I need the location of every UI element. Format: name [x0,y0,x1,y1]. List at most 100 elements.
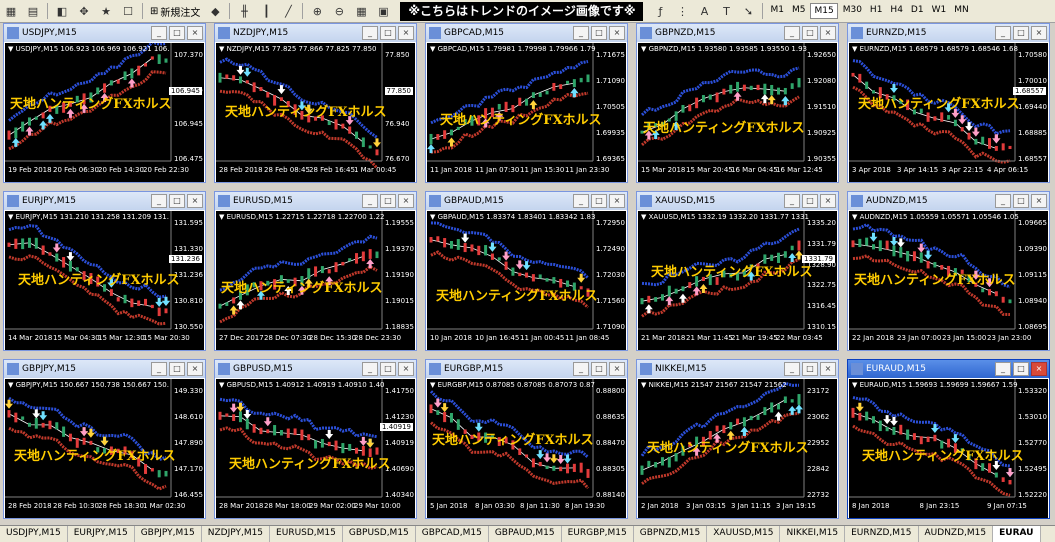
bar-chart-icon[interactable]: ╫ [235,2,253,20]
maximize-icon[interactable]: □ [380,362,396,376]
chart-tab[interactable]: NIKKEI,M15 [780,526,846,542]
price-chart[interactable]: 1.72950 1.72490 1.72030 1.71560 1.71090 10 Ja… [427,211,626,350]
market-watch-icon[interactable]: ◧ [53,2,71,20]
timeframe-mn[interactable]: MN [951,3,972,19]
chart-window[interactable]: GBPCAD,M15 _ □ × 1.71675 1.71090 1.70505 1.6993… [425,23,628,183]
chart-window[interactable]: EURUSD,M15 _ □ × 1.19555 1.19370 1.19190 1.1901… [214,191,417,351]
chart-titlebar[interactable]: NZDJPY,M15 _ □ × [215,24,416,42]
price-chart[interactable]: 1.92650 1.92080 1.91510 1.90925 1.90355 15 Ma… [638,43,837,182]
minimize-icon[interactable]: _ [995,362,1011,376]
maximize-icon[interactable]: □ [591,26,607,40]
chart-titlebar[interactable]: USDJPY,M15 _ □ × [4,24,205,42]
chart-tab[interactable]: GBPNZD,M15 [634,526,708,542]
close-icon[interactable]: × [609,26,625,40]
chart-tab[interactable]: EURGBP,M15 [562,526,634,542]
maximize-icon[interactable]: □ [591,362,607,376]
chart-tab[interactable]: AUDNZD,M15 [919,526,994,542]
close-icon[interactable]: × [820,362,836,376]
price-chart[interactable]: 23172 23062 22952 22842 22732 2 Jan 2018 3 Jan… [638,379,837,518]
chart-tab[interactable]: EURAU [993,526,1041,542]
expert-advisor-icon[interactable]: ◆ [206,2,224,20]
price-chart[interactable]: 77.85077.21076.94076.67077.85028 Feb 201… [216,43,415,182]
maximize-icon[interactable]: □ [380,26,396,40]
new-chart-icon[interactable]: ▦ [2,2,20,20]
price-chart[interactable]: 1.70580 1.70010 1.69440 1.68885 1.68557 1.685… [849,43,1048,182]
chart-window[interactable]: GBPUSD,M15 _ □ × 1.41750 1.41230 1.40919 1.4069… [214,359,417,519]
arrows-tool-icon[interactable]: ➘ [739,2,757,20]
price-chart[interactable]: 1335.20 1331.79 1328.90 1322.75 1316.45 1310.… [638,211,837,350]
maximize-icon[interactable]: □ [169,362,185,376]
chart-titlebar[interactable]: EURAUD,M15 _ □ × [848,360,1049,378]
timeframe-h4[interactable]: H4 [887,3,906,19]
close-icon[interactable]: × [820,26,836,40]
close-icon[interactable]: × [609,362,625,376]
minimize-icon[interactable]: _ [995,26,1011,40]
maximize-icon[interactable]: □ [1013,362,1029,376]
minimize-icon[interactable]: _ [151,194,167,208]
price-chart[interactable]: 0.88800 0.88635 0.88470 0.88305 0.88140 5 Jan… [427,379,626,518]
timeframe-m5[interactable]: M5 [789,3,809,19]
minimize-icon[interactable]: _ [995,194,1011,208]
close-icon[interactable]: × [1031,362,1047,376]
chart-titlebar[interactable]: AUDNZD,M15 _ □ × [848,192,1049,210]
timeframe-m1[interactable]: M1 [767,3,787,19]
minimize-icon[interactable]: _ [573,362,589,376]
chart-titlebar[interactable]: GBPAUD,M15 _ □ × [426,192,627,210]
price-chart[interactable]: 1.19555 1.19370 1.19190 1.19015 1.18835 27 De… [216,211,415,350]
chart-tab[interactable]: GBPCAD,M15 [416,526,489,542]
chart-window[interactable]: GBPJPY,M15 _ □ × 149.330 148.610 147.890 147.17… [3,359,206,519]
favorites-icon[interactable]: ★ [97,2,115,20]
text-tool-icon[interactable]: A [695,2,713,20]
chart-titlebar[interactable]: EURJPY,M15 _ □ × [4,192,205,210]
chart-tab[interactable]: NZDJPY,M15 [202,526,271,542]
chart-tab[interactable]: XAUUSD,M15 [707,526,781,542]
price-chart[interactable]: 1.53320 1.53010 1.52770 1.52495 1.52220 8 Jan… [849,379,1048,518]
chart-window[interactable]: GBPAUD,M15 _ □ × 1.72950 1.72490 1.72030 1.7156… [425,191,628,351]
price-chart[interactable]: 131.595 131.330 131.236 130.810 130.550 131.2… [5,211,204,350]
chart-titlebar[interactable]: GBPNZD,M15 _ □ × [637,24,838,42]
close-icon[interactable]: × [398,26,414,40]
crosshair-icon[interactable]: ✥ [75,2,93,20]
chart-tab[interactable]: GBPUSD,M15 [343,526,416,542]
close-icon[interactable]: × [1031,26,1047,40]
chart-tab[interactable]: EURJPY,M15 [68,526,135,542]
chart-tab[interactable]: GBPAUD,M15 [489,526,562,542]
chart-window[interactable]: EURAUD,M15 _ □ × 1.53320 1.53010 1.52770 1.5249… [847,359,1050,519]
minimize-icon[interactable]: _ [362,26,378,40]
timeframe-m30[interactable]: M30 [840,3,865,19]
maximize-icon[interactable]: □ [802,194,818,208]
chart-tab[interactable]: USDJPY,M15 [0,526,68,542]
price-chart[interactable]: 1.41750 1.41230 1.40919 1.40690 1.40340 1.409… [216,379,415,518]
chart-titlebar[interactable]: GBPCAD,M15 _ □ × [426,24,627,42]
chart-window[interactable]: AUDNZD,M15 _ □ × 1.09665 1.09390 1.09115 1.0894… [847,191,1050,351]
close-icon[interactable]: × [398,362,414,376]
candlestick-icon[interactable]: ┃ [257,2,275,20]
minimize-icon[interactable]: _ [151,362,167,376]
maximize-icon[interactable]: □ [1013,194,1029,208]
chart-window[interactable]: USDJPY,M15_□×107.370107.145106.945106.47… [3,23,206,183]
minimize-icon[interactable]: _ [784,26,800,40]
close-icon[interactable]: × [1031,194,1047,208]
maximize-icon[interactable]: □ [802,26,818,40]
autoscroll-icon[interactable]: ▣ [374,2,392,20]
chart-titlebar[interactable]: EURNZD,M15 _ □ × [848,24,1049,42]
chart-tab[interactable]: EURNZD,M15 [845,526,919,542]
chart-titlebar[interactable]: EURGBP,M15 _ □ × [426,360,627,378]
maximize-icon[interactable]: □ [591,194,607,208]
maximize-icon[interactable]: □ [1013,26,1029,40]
minimize-icon[interactable]: _ [362,362,378,376]
chart-window[interactable]: XAUUSD,M15 _ □ × 1335.20 1331.79 1328.90 1322.7… [636,191,839,351]
zoom-out-icon[interactable]: ⊖ [330,2,348,20]
timeframe-w1[interactable]: W1 [929,3,950,19]
price-chart[interactable]: 107.370107.145106.945106.475106.94519 Fe… [5,43,204,182]
chart-titlebar[interactable]: NIKKEI,M15 _ □ × [637,360,838,378]
chart-window[interactable]: EURNZD,M15 _ □ × 1.70580 1.70010 1.69440 1.6888… [847,23,1050,183]
minimize-icon[interactable]: _ [573,26,589,40]
chart-titlebar[interactable]: EURUSD,M15 _ □ × [215,192,416,210]
minimize-icon[interactable]: _ [784,362,800,376]
minimize-icon[interactable]: _ [573,194,589,208]
timeframe-d1[interactable]: D1 [908,3,927,19]
chart-window[interactable]: NZDJPY,M15_□×77.85077.21076.94076.67077.… [214,23,417,183]
close-icon[interactable]: × [187,26,203,40]
maximize-icon[interactable]: □ [802,362,818,376]
